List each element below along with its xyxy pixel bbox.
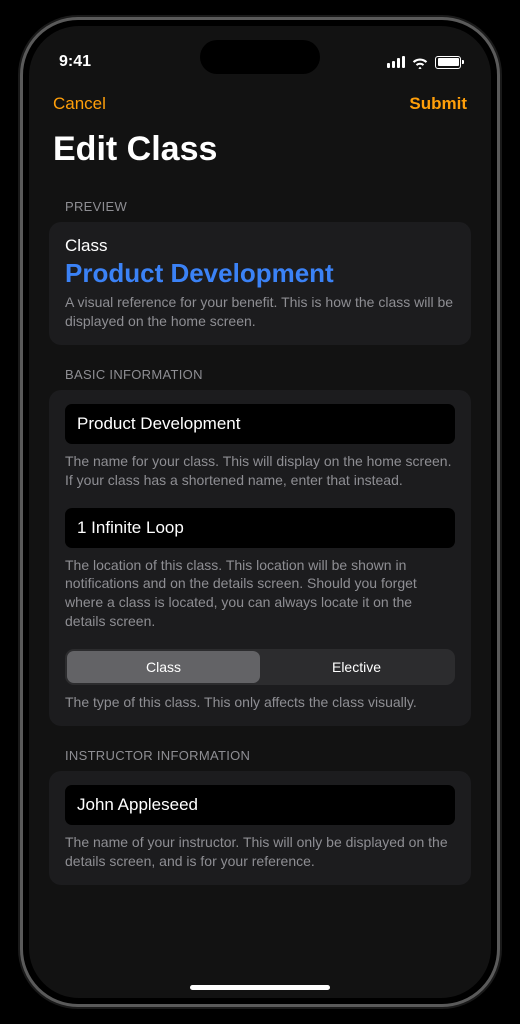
class-type-helper: The type of this class. This only affect… — [65, 693, 455, 712]
location-helper: The location of this class. This locatio… — [65, 556, 455, 632]
instructor-name-helper: The name of your instructor. This will o… — [65, 833, 455, 871]
preview-section-header: PREVIEW — [49, 185, 471, 222]
nav-bar: Cancel Submit — [49, 82, 471, 122]
home-indicator[interactable] — [190, 985, 330, 990]
preview-class-name: Product Development — [65, 258, 455, 289]
instructor-card: The name of your instructor. This will o… — [49, 771, 471, 885]
page-title: Edit Class — [49, 122, 471, 185]
wifi-icon — [411, 56, 429, 69]
battery-icon — [435, 56, 461, 69]
instructor-section-header: INSTRUCTOR INFORMATION — [49, 734, 471, 771]
segment-elective[interactable]: Elective — [260, 651, 453, 683]
status-time: 9:41 — [59, 53, 91, 71]
content-area: Cancel Submit Edit Class PREVIEW Class P… — [29, 82, 491, 998]
location-input[interactable] — [65, 508, 455, 548]
phone-frame: 9:41 Cancel Submit Edit Class PREVIEW — [20, 17, 500, 1007]
basic-card: The name for your class. This will displ… — [49, 390, 471, 726]
status-icons — [387, 56, 461, 69]
cellular-icon — [387, 56, 405, 68]
preview-label: Class — [65, 236, 455, 256]
phone-screen: 9:41 Cancel Submit Edit Class PREVIEW — [29, 26, 491, 998]
preview-card: Class Product Development A visual refer… — [49, 222, 471, 345]
class-name-helper: The name for your class. This will displ… — [65, 452, 455, 490]
instructor-name-input[interactable] — [65, 785, 455, 825]
class-type-segmented[interactable]: Class Elective — [65, 649, 455, 685]
submit-button[interactable]: Submit — [409, 94, 467, 114]
segment-class[interactable]: Class — [67, 651, 260, 683]
cancel-button[interactable]: Cancel — [53, 94, 106, 114]
preview-helper: A visual reference for your benefit. Thi… — [65, 293, 455, 331]
class-name-input[interactable] — [65, 404, 455, 444]
dynamic-island — [200, 40, 320, 74]
basic-section-header: BASIC INFORMATION — [49, 353, 471, 390]
